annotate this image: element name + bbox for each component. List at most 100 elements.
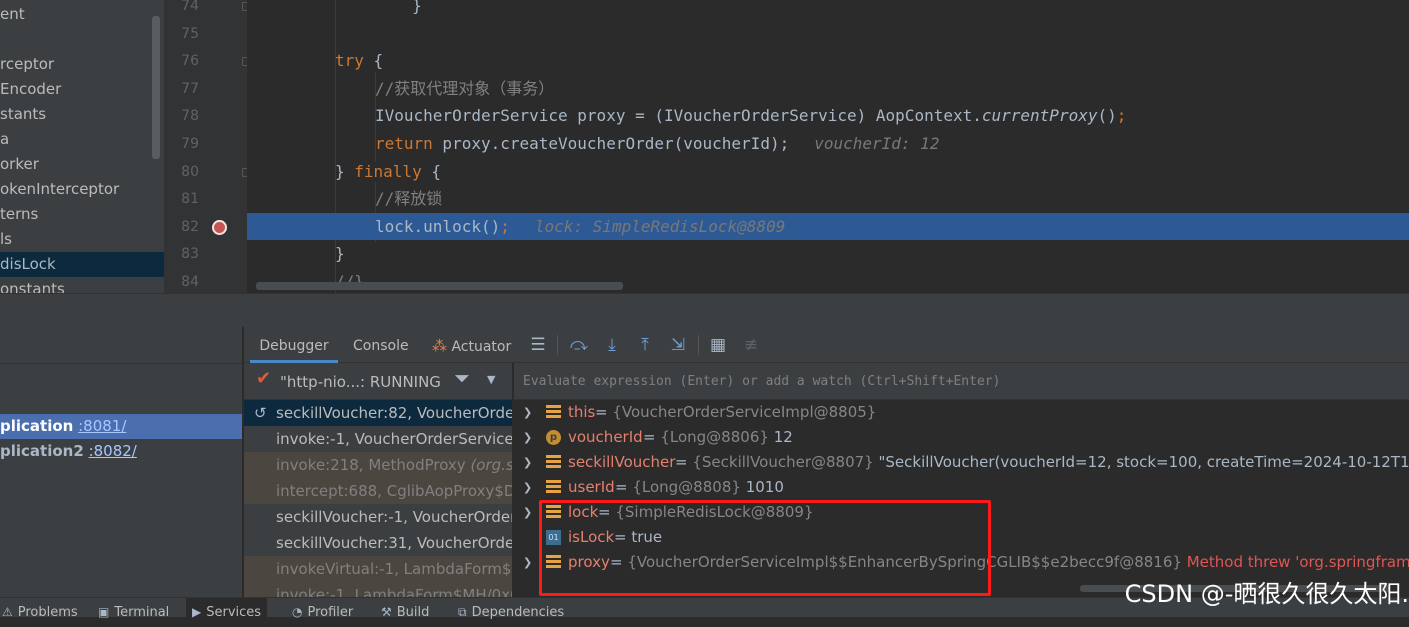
project-tree-item[interactable]: rceptor bbox=[0, 52, 54, 77]
bottom-tab-label: Build bbox=[396, 605, 430, 620]
stack-frame[interactable]: invoke:-1, LambdaForm$MH/0x0 bbox=[244, 582, 512, 597]
stack-frame[interactable]: intercept:688, CglibAopProxy$D bbox=[244, 478, 512, 504]
chevron-down-icon[interactable]: ▼ bbox=[487, 373, 495, 386]
service-item[interactable]: plication2 :8082/ bbox=[0, 439, 242, 464]
stack-frame[interactable]: invoke:-1, VoucherOrderServiceI bbox=[244, 426, 512, 452]
project-tree-item[interactable]: onstants bbox=[0, 277, 65, 293]
services-panel-header bbox=[0, 327, 242, 364]
project-tree-item[interactable]: a bbox=[0, 127, 9, 152]
project-tree-item[interactable]: Encoder bbox=[0, 77, 61, 102]
stack-frame[interactable]: invokeVirtual:-1, LambdaForm$D bbox=[244, 556, 512, 582]
code-line[interactable]: //获取代理对象（事务） bbox=[247, 75, 1409, 102]
watermark: CSDN @-晒很久很久太阳. bbox=[1124, 580, 1409, 608]
project-tree-item[interactable]: disLock bbox=[0, 252, 164, 277]
run-to-cursor-icon[interactable]: ⇲ bbox=[667, 334, 689, 356]
step-into-icon[interactable]: ⤓ bbox=[601, 334, 623, 356]
stack-frame-label: invoke:218, MethodProxy (org.s bbox=[276, 456, 512, 474]
stack-frame[interactable]: seckillVoucher:31, VoucherOrde bbox=[244, 530, 512, 556]
bottom-tab-profiler[interactable]: ◔ Profiler bbox=[286, 598, 359, 620]
evaluate-table-icon[interactable]: ▦ bbox=[707, 334, 729, 356]
toolbar-separator bbox=[557, 335, 558, 355]
bottom-tab-build[interactable]: ⚒ Build bbox=[375, 598, 435, 620]
project-tree-item[interactable]: stants bbox=[0, 102, 46, 127]
services-panel: plication :8081/plication2 :8082/ bbox=[0, 327, 242, 597]
chevron-right-icon[interactable]: ❯ bbox=[523, 400, 532, 425]
stack-frame[interactable]: ↺ seckillVoucher:82, VoucherOrder bbox=[244, 400, 512, 426]
variable-value: = {Long@8806} 12 bbox=[643, 425, 793, 450]
code-text: IVoucherOrderService proxy = (IVoucherOr… bbox=[375, 102, 1126, 129]
service-item[interactable]: plication :8081/ bbox=[0, 414, 242, 439]
chevron-right-icon[interactable]: ❯ bbox=[523, 425, 532, 450]
code-line[interactable]: return proxy.createVoucherOrder(voucherI… bbox=[247, 130, 1409, 157]
stack-frame[interactable]: seckillVoucher:-1, VoucherOrder bbox=[244, 504, 512, 530]
variable-row[interactable]: ❯ seckillVoucher = {SeckillVoucher@8807} … bbox=[514, 450, 1409, 475]
chevron-right-icon[interactable]: ❯ bbox=[523, 550, 532, 575]
code-text: } bbox=[335, 240, 345, 267]
bottom-tab-terminal[interactable]: ▣ Terminal bbox=[92, 598, 175, 620]
code-line[interactable]: IVoucherOrderService proxy = (IVoucherOr… bbox=[247, 102, 1409, 129]
comment-token: //释放锁 bbox=[375, 189, 443, 209]
variable-row[interactable]: ❯ this = {VoucherOrderServiceImpl@8805} bbox=[514, 400, 1409, 425]
line-number: 79 bbox=[181, 136, 199, 152]
code-text: //释放锁 bbox=[375, 185, 442, 212]
evaluate-expression-field[interactable]: Evaluate expression (Enter) or add a wat… bbox=[514, 363, 1409, 400]
filter-icon[interactable]: ⏷ bbox=[454, 366, 470, 390]
chevron-right-icon[interactable]: ❯ bbox=[523, 450, 532, 475]
editor-horizontal-scrollbar[interactable] bbox=[256, 282, 623, 290]
code-line[interactable]: lock.unlock(); lock: SimpleRedisLock@8809 bbox=[247, 212, 1409, 240]
service-port-link[interactable]: :8082/ bbox=[89, 442, 137, 460]
thread-selector[interactable]: "http-nio...: RUNNING bbox=[280, 363, 441, 401]
chevron-right-icon[interactable]: ❯ bbox=[523, 500, 532, 525]
code-line[interactable]: //释放锁 bbox=[247, 185, 1409, 212]
comment-token: //获取代理对象（事务） bbox=[375, 78, 555, 98]
variable-ref: {SeckillVoucher@8807} bbox=[692, 453, 874, 471]
code-text: lock.unlock(); lock: SimpleRedisLock@8809 bbox=[375, 213, 785, 240]
tab-console[interactable]: Console bbox=[353, 327, 409, 363]
tab-debugger[interactable]: Debugger bbox=[250, 327, 338, 363]
annotation-highlight-box bbox=[539, 500, 991, 596]
service-name: plication bbox=[0, 417, 74, 435]
bottom-tab-dependencies[interactable]: ⧉ Dependencies bbox=[452, 598, 570, 620]
chevron-right-icon[interactable]: ❯ bbox=[523, 475, 532, 500]
variable-name: this bbox=[568, 403, 596, 421]
trace-icon[interactable]: ≢ bbox=[740, 334, 762, 356]
stack-frame-label: seckillVoucher:31, VoucherOrde bbox=[276, 534, 512, 552]
tab-actuator[interactable]: ⁂ Actuator bbox=[432, 327, 511, 363]
line-number: 75 bbox=[181, 25, 199, 42]
bottom-tab-problems[interactable]: ⚠ Problems bbox=[0, 598, 84, 620]
project-tree-item[interactable]: okenInterceptor bbox=[0, 177, 119, 202]
bottom-tab-label: Problems bbox=[17, 605, 78, 620]
code-line[interactable]: } bbox=[247, 240, 1409, 267]
stack-frame-label: intercept:688, CglibAopProxy$D bbox=[276, 482, 512, 500]
code-line[interactable]: } finally { bbox=[247, 158, 1409, 185]
variable-row[interactable]: ❯ userId = {Long@8808} 1010 bbox=[514, 475, 1409, 500]
actuator-icon: ⁂ bbox=[432, 337, 447, 355]
project-tree-item[interactable]: terns bbox=[0, 202, 38, 227]
breakpoint-icon[interactable] bbox=[212, 219, 227, 235]
code-line[interactable]: try { bbox=[247, 47, 1409, 74]
inline-debug-value: lock: SimpleRedisLock@8809 bbox=[534, 216, 786, 236]
bottom-tab-label: Dependencies bbox=[471, 605, 565, 620]
project-tree-item[interactable]: orker bbox=[0, 152, 39, 177]
line-number: 80 bbox=[181, 163, 199, 180]
code-editor[interactable]: } try { //获取代理对象（事务） IVoucherOrderService p… bbox=[247, 0, 1409, 293]
service-port-link[interactable]: :8081/ bbox=[78, 417, 126, 435]
step-out-icon[interactable]: ⤒ bbox=[634, 334, 656, 356]
variable-name: voucherId bbox=[568, 428, 643, 446]
project-tree: ent rceptor Encoder stants a orker okenInterce… bbox=[0, 0, 164, 293]
code-line[interactable]: } bbox=[247, 0, 1409, 19]
project-tree-scrollbar[interactable] bbox=[152, 16, 160, 159]
menu-lines-icon[interactable]: ☰ bbox=[527, 334, 549, 356]
variable-ref: {VoucherOrderServiceImpl@8805} bbox=[612, 403, 877, 421]
stack-frame[interactable]: invoke:218, MethodProxy (org.s bbox=[244, 452, 512, 478]
code-line[interactable] bbox=[247, 20, 1409, 47]
project-tree-item[interactable]: ent bbox=[0, 2, 25, 27]
line-number: 76 bbox=[181, 53, 199, 70]
variable-row[interactable]: ❯ p voucherId = {Long@8806} 12 bbox=[514, 425, 1409, 450]
project-tree-item[interactable]: ls bbox=[0, 227, 12, 252]
bottom-tab-services[interactable]: ▶ Services bbox=[186, 598, 268, 620]
step-over-icon[interactable]: ⤼ bbox=[568, 334, 590, 356]
code-token: () bbox=[1097, 106, 1117, 126]
evaluate-placeholder: Evaluate expression (Enter) or add a wat… bbox=[523, 374, 1001, 389]
equals-sign: = bbox=[675, 453, 693, 471]
